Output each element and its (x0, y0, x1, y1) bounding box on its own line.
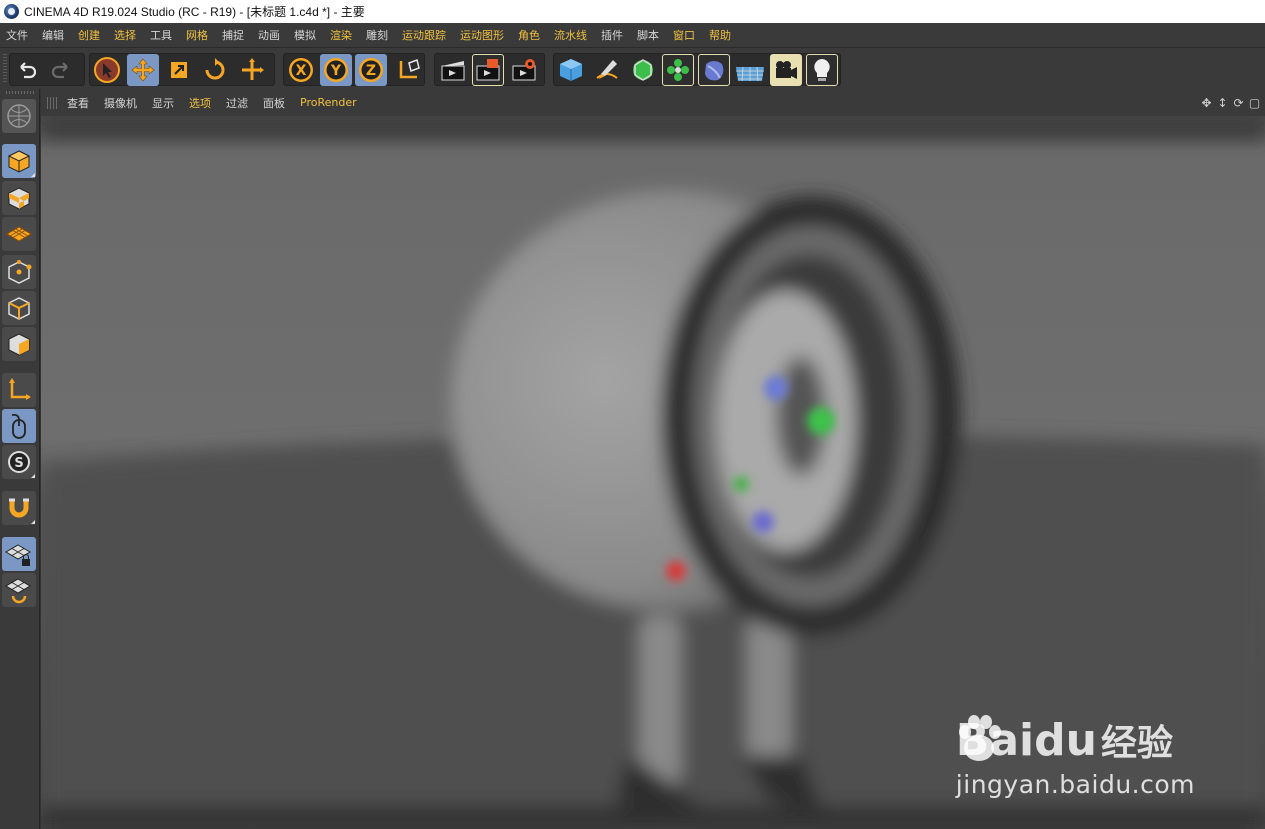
tweak-mode-icon[interactable] (2, 409, 36, 443)
make-editable-icon[interactable] (2, 99, 36, 133)
menu-item[interactable]: 网格 (186, 27, 208, 43)
svg-text:S: S (14, 456, 23, 471)
watermark-suffix: 经验 (1100, 723, 1173, 764)
cloner-icon[interactable] (662, 54, 694, 86)
menu-item[interactable]: 模拟 (294, 27, 316, 43)
paw-icon (958, 715, 1001, 761)
render-picture-viewer-icon[interactable] (472, 54, 504, 86)
z-axis-lock-button[interactable]: Z (355, 54, 387, 86)
viewport-nav-icons: ✥ ↕ ⟳ ▢ (1200, 96, 1261, 109)
rotate-view-icon[interactable]: ⟳ (1232, 96, 1245, 109)
move-icon[interactable] (127, 54, 159, 86)
window-title: CINEMA 4D R19.024 Studio (RC - R19) - [未… (24, 5, 365, 19)
menu-item[interactable]: 编辑 (42, 27, 64, 43)
menu-item[interactable]: 创建 (78, 27, 100, 43)
axis-mode-icon[interactable] (2, 373, 36, 407)
menu-item[interactable]: 角色 (518, 27, 540, 43)
cinema4d-window: CINEMA 4D R19.024 Studio (RC - R19) - [未… (0, 0, 1265, 829)
menu-item[interactable]: 文件 (6, 27, 28, 43)
menu-item[interactable]: 窗口 (673, 27, 695, 43)
locked-workplane-icon[interactable] (2, 537, 36, 571)
menu-item[interactable]: 捕捉 (222, 27, 244, 43)
model-mode-icon[interactable] (2, 144, 36, 178)
rotate-icon[interactable] (199, 54, 231, 86)
cube-icon[interactable] (555, 54, 587, 86)
svg-text:Y: Y (330, 63, 342, 79)
menu-item[interactable]: 运动图形 (460, 27, 504, 43)
viewport-menu-item[interactable]: 查看 (67, 95, 89, 111)
light-icon[interactable] (806, 54, 838, 86)
mode-palette: S (0, 89, 40, 829)
viewport-menu-item[interactable]: 过滤 (226, 95, 248, 111)
transform-icon[interactable] (236, 54, 268, 86)
live-selection-icon[interactable] (91, 54, 123, 86)
pen-spline-icon[interactable] (591, 54, 623, 86)
menu-item[interactable]: 选择 (114, 27, 136, 43)
palette-grip[interactable] (6, 91, 34, 94)
solo-mode-icon[interactable]: S (2, 445, 36, 479)
menu-item[interactable]: 运动跟踪 (402, 27, 446, 43)
viewport-menu-item[interactable]: 面板 (263, 95, 285, 111)
watermark-url: jingyan.baidu.com (955, 770, 1195, 799)
menu-item[interactable]: 插件 (601, 27, 623, 43)
coordinate-system-icon[interactable] (392, 54, 424, 86)
viewport-menu-item[interactable]: 摄像机 (104, 95, 137, 111)
deformer-icon[interactable] (698, 54, 730, 86)
menu-item[interactable]: 动画 (258, 27, 280, 43)
menu-item[interactable]: 渲染 (330, 27, 352, 43)
menu-item[interactable]: 流水线 (554, 27, 587, 43)
svg-text:Z: Z (366, 63, 376, 79)
viewport-grip[interactable] (47, 96, 59, 109)
render-settings-icon[interactable] (508, 54, 540, 86)
viewport-menu-item[interactable]: 显示 (152, 95, 174, 111)
camera-icon[interactable] (770, 54, 802, 86)
scale-icon[interactable] (163, 54, 195, 86)
menu-item[interactable]: 脚本 (637, 27, 659, 43)
redo-icon[interactable] (45, 54, 77, 86)
dolly-view-icon[interactable]: ↕ (1216, 96, 1229, 109)
viewport-menu-item[interactable]: 选项 (189, 95, 211, 111)
y-axis-lock-button[interactable]: Y (320, 54, 352, 86)
svg-text:X: X (296, 63, 307, 79)
main-menu-bar: 文件 编辑 创建 选择 工具 网格 捕捉 动画 模拟 渲染 雕刻 运动跟踪 运动图形 角色 流水线 插件 脚本窗… (0, 23, 1265, 47)
baidu-logo: Bai du 经验 (956, 714, 1195, 766)
menu-item[interactable]: 帮助 (709, 27, 731, 43)
watermark-brand-right: du (1034, 714, 1097, 766)
toggle-view-icon[interactable]: ▢ (1248, 96, 1261, 109)
snap-icon[interactable] (2, 491, 36, 525)
title-bar: CINEMA 4D R19.024 Studio (RC - R19) - [未… (0, 0, 1265, 23)
menu-item[interactable]: 工具 (150, 27, 172, 43)
texture-mode-icon[interactable] (2, 181, 36, 215)
cinema4d-logo-icon (4, 4, 19, 19)
undo-icon[interactable] (11, 54, 43, 86)
subdivision-surface-icon[interactable] (627, 54, 659, 86)
edges-mode-icon[interactable] (2, 291, 36, 325)
floor-icon[interactable] (734, 54, 766, 86)
move-view-icon[interactable]: ✥ (1200, 96, 1213, 109)
viewport-menu-item[interactable]: ProRender (300, 96, 357, 109)
toolbar-grip[interactable] (3, 54, 7, 84)
menu-item[interactable]: 雕刻 (366, 27, 388, 43)
workplane-mode-icon[interactable] (2, 217, 36, 251)
points-mode-icon[interactable] (2, 255, 36, 289)
viewport-menu-bar: 查看 摄像机 显示 选项 过滤 面板 ProRender ✥ ↕ ⟳ ▢ (41, 89, 1265, 116)
main-toolbar: X Y Z (0, 47, 1265, 89)
planar-workplane-icon[interactable] (2, 573, 36, 607)
render-view-icon[interactable] (437, 54, 469, 86)
baidu-jingyan-watermark: Bai du 经验 jingyan.baidu.com (955, 714, 1195, 800)
perspective-viewport[interactable]: Bai du 经验 jingyan.baidu.com (41, 116, 1265, 829)
polygons-mode-icon[interactable] (2, 327, 36, 361)
x-axis-lock-button[interactable]: X (285, 54, 317, 86)
